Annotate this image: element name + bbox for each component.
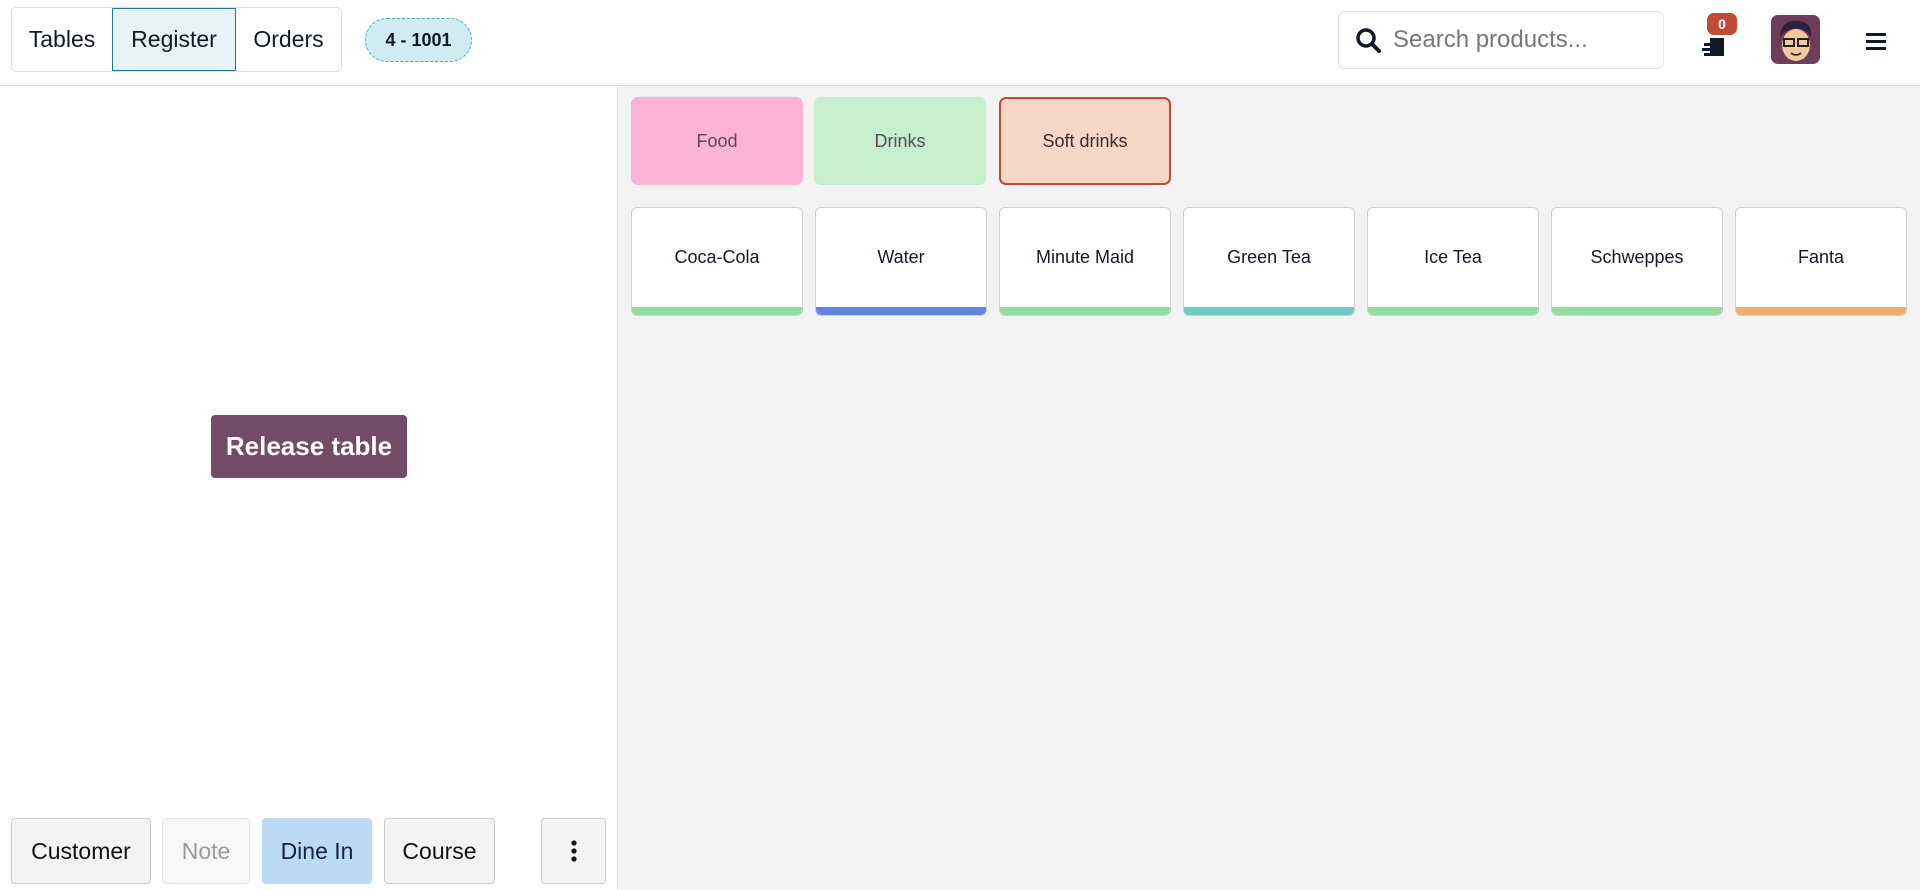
hamburger-menu-icon[interactable] [1864, 30, 1888, 52]
product-name: Coca-Cola [674, 247, 760, 267]
product-color-bar [632, 307, 802, 315]
dine-in-button[interactable]: Dine In [262, 818, 372, 884]
note-button[interactable]: Note [162, 818, 250, 884]
product-card[interactable]: Minute Maid [999, 207, 1171, 316]
release-table-button[interactable]: Release table [211, 415, 407, 478]
order-panel: Release table Customer Note Dine In Cour… [0, 86, 618, 890]
product-color-bar [1368, 307, 1538, 315]
product-card[interactable]: Green Tea [1183, 207, 1355, 316]
more-options-button[interactable] [541, 818, 606, 884]
customer-button[interactable]: Customer [11, 818, 151, 884]
user-avatar-icon [1780, 20, 1812, 61]
orders-count-badge: 0 [1707, 13, 1737, 35]
search-icon [1356, 28, 1381, 53]
product-card[interactable]: Water [815, 207, 987, 316]
tab-orders[interactable]: Orders [236, 8, 341, 71]
product-color-bar [816, 307, 986, 315]
product-name: Green Tea [1227, 247, 1311, 267]
product-name: Water [877, 247, 925, 267]
product-color-bar [1552, 307, 1722, 315]
search-input[interactable] [1393, 26, 1653, 54]
current-order-badge[interactable]: 4 - 1001 [365, 18, 472, 62]
product-color-bar [1736, 307, 1906, 315]
product-color-bar [1184, 307, 1354, 315]
product-card[interactable]: Schweppes [1551, 207, 1723, 316]
product-name: Fanta [1797, 247, 1845, 267]
product-card[interactable]: Ice Tea [1367, 207, 1539, 316]
product-name: Minute Maid [1035, 247, 1135, 267]
nav-tabs: Tables Register Orders [11, 7, 342, 72]
product-card[interactable]: Fanta [1735, 207, 1907, 316]
tab-register[interactable]: Register [112, 8, 236, 71]
product-area: Food Drinks Soft drinks Coca-Cola Water Mi… [619, 86, 1920, 890]
product-card[interactable]: Coca-Cola [631, 207, 803, 316]
category-drinks[interactable]: Drinks [814, 97, 986, 185]
product-name: Schweppes [1590, 247, 1684, 267]
category-soft-drinks[interactable]: Soft drinks [999, 97, 1171, 185]
product-color-bar [1000, 307, 1170, 315]
search-box[interactable] [1338, 11, 1664, 69]
avatar[interactable] [1771, 15, 1820, 64]
course-button[interactable]: Course [384, 818, 495, 884]
category-food[interactable]: Food [631, 97, 803, 185]
tab-tables[interactable]: Tables [12, 8, 112, 71]
top-bar: Tables Register Orders 4 - 1001 0 [0, 0, 1920, 86]
product-name: Ice Tea [1424, 247, 1482, 267]
kebab-menu-icon [570, 840, 577, 862]
